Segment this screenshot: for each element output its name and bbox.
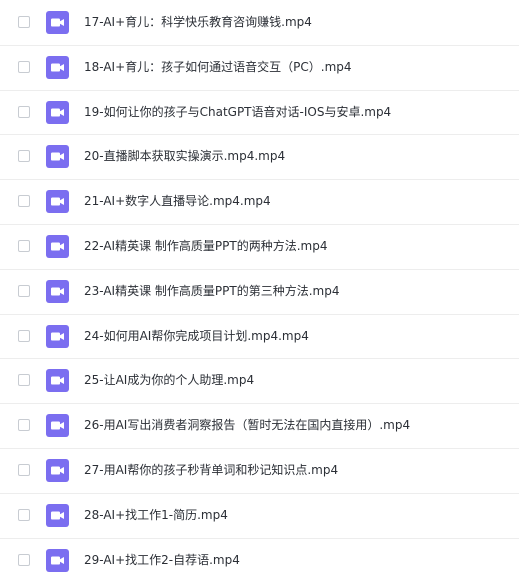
- row-checkbox[interactable]: [18, 105, 30, 118]
- file-name[interactable]: 17-AI+育儿：科学快乐教育咨询赚钱.mp4: [84, 14, 312, 30]
- video-file-icon: [46, 414, 69, 438]
- file-name[interactable]: 25-让AI成为你的个人助理.mp4: [84, 372, 254, 388]
- file-row[interactable]: 20-直播脚本获取实操演示.mp4.mp4: [0, 135, 519, 181]
- row-checkbox[interactable]: [18, 284, 30, 297]
- video-file-icon: [46, 145, 69, 169]
- video-file-icon: [46, 100, 69, 124]
- file-name[interactable]: 19-如何让你的孩子与ChatGPT语音对话-IOS与安卓.mp4: [84, 104, 391, 120]
- file-name[interactable]: 28-AI+找工作1-简历.mp4: [84, 507, 228, 523]
- file-row[interactable]: 19-如何让你的孩子与ChatGPT语音对话-IOS与安卓.mp4: [0, 91, 519, 136]
- row-checkbox[interactable]: [18, 553, 30, 566]
- video-file-icon: [46, 235, 69, 258]
- file-row[interactable]: 25-让AI成为你的个人助理.mp4: [0, 359, 519, 405]
- file-row[interactable]: 21-AI+数字人直播导论.mp4.mp4: [0, 180, 519, 225]
- video-file-icon: [46, 279, 69, 303]
- file-name[interactable]: 22-AI精英课 制作高质量PPT的两种方法.mp4: [84, 238, 327, 254]
- video-file-icon: [46, 548, 69, 572]
- row-checkbox[interactable]: [18, 16, 30, 28]
- file-name[interactable]: 18-AI+育儿：孩子如何通过语音交互（PC）.mp4: [84, 59, 352, 75]
- file-name[interactable]: 26-用AI写出消费者洞察报告（暂时无法在国内直接用）.mp4: [84, 417, 410, 433]
- video-file-icon: [46, 55, 69, 79]
- video-file-icon: [46, 503, 69, 527]
- video-file-icon: [46, 190, 69, 214]
- row-checkbox[interactable]: [18, 464, 30, 476]
- file-name[interactable]: 29-AI+找工作2-自荐语.mp4: [84, 552, 240, 568]
- file-row[interactable]: 18-AI+育儿：孩子如何通过语音交互（PC）.mp4: [0, 46, 519, 91]
- video-file-icon: [46, 11, 69, 34]
- file-name[interactable]: 23-AI精英课 制作高质量PPT的第三种方法.mp4: [84, 283, 339, 299]
- file-name[interactable]: 21-AI+数字人直播导论.mp4.mp4: [84, 193, 271, 209]
- file-name[interactable]: 27-用AI帮你的孩子秒背单词和秒记知识点.mp4: [84, 462, 338, 478]
- file-name[interactable]: 24-如何用AI帮你完成项目计划.mp4.mp4: [84, 328, 309, 344]
- file-row[interactable]: 23-AI精英课 制作高质量PPT的第三种方法.mp4: [0, 270, 519, 315]
- row-checkbox[interactable]: [18, 150, 30, 163]
- file-row[interactable]: 17-AI+育儿：科学快乐教育咨询赚钱.mp4: [0, 1, 519, 46]
- file-row[interactable]: 27-用AI帮你的孩子秒背单词和秒记知识点.mp4: [0, 449, 519, 494]
- row-checkbox[interactable]: [18, 60, 30, 73]
- row-checkbox[interactable]: [18, 419, 30, 432]
- row-checkbox[interactable]: [18, 240, 30, 252]
- row-checkbox[interactable]: [18, 195, 30, 208]
- file-row[interactable]: 28-AI+找工作1-简历.mp4: [0, 494, 519, 539]
- video-file-icon: [46, 459, 69, 482]
- file-row[interactable]: 24-如何用AI帮你完成项目计划.mp4.mp4: [0, 315, 519, 360]
- row-checkbox[interactable]: [18, 329, 30, 342]
- file-row[interactable]: 22-AI精英课 制作高质量PPT的两种方法.mp4: [0, 225, 519, 270]
- row-checkbox[interactable]: [18, 374, 30, 387]
- file-row[interactable]: 26-用AI写出消费者洞察报告（暂时无法在国内直接用）.mp4: [0, 404, 519, 449]
- file-row[interactable]: 29-AI+找工作2-自荐语.mp4: [0, 539, 519, 582]
- video-file-icon: [46, 324, 69, 348]
- file-list: 17-AI+育儿：科学快乐教育咨询赚钱.mp4 18-AI+育儿：孩子如何通过语音…: [0, 0, 519, 582]
- row-checkbox[interactable]: [18, 508, 30, 521]
- file-name[interactable]: 20-直播脚本获取实操演示.mp4.mp4: [84, 148, 285, 164]
- video-file-icon: [46, 369, 69, 393]
